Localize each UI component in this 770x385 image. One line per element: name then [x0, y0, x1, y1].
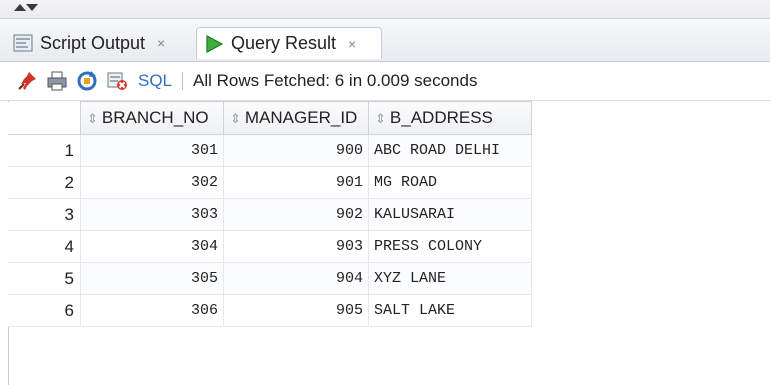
column-header-manager-id[interactable]: ⇕ MANAGER_ID — [223, 101, 369, 135]
tab-query-result-label: Query Result — [231, 33, 337, 53]
sql-link[interactable]: SQL — [138, 71, 172, 91]
tab-script-output-label: Script Output — [40, 32, 146, 53]
table-row[interactable]: 4 304 903 PRESS COLONY — [8, 230, 532, 263]
tab-query-result[interactable]: Query Result × — [196, 27, 382, 59]
table-row[interactable]: 3 303 902 KALUSARAI — [8, 198, 532, 231]
collapse-arrows-icon[interactable] — [12, 2, 38, 12]
cell-b-address[interactable]: MG ROAD — [368, 166, 532, 199]
cell-b-address[interactable]: SALT LAKE — [368, 294, 532, 327]
fetch-status-text: All Rows Fetched: 6 in 0.009 seconds — [193, 71, 478, 90]
column-header-label: MANAGER_ID — [244, 108, 358, 127]
column-header-b-address[interactable]: ⇕ B_ADDRESS — [368, 101, 532, 135]
row-number[interactable]: 5 — [8, 262, 81, 295]
toolbar-divider — [182, 72, 184, 90]
cell-branch-no[interactable]: 303 — [80, 198, 224, 231]
cell-branch-no[interactable]: 305 — [80, 262, 224, 295]
column-header-label: B_ADDRESS — [389, 108, 493, 127]
cell-b-address[interactable]: XYZ LANE — [368, 262, 532, 295]
grid-header-row: ⇕ BRANCH_NO ⇕ MANAGER_ID ⇕ B_ADDRESS — [8, 101, 532, 135]
row-number[interactable]: 6 — [8, 294, 81, 327]
column-header-branch-no[interactable]: ⇕ BRANCH_NO — [80, 101, 224, 135]
script-output-icon — [13, 34, 33, 52]
column-header-label: BRANCH_NO — [101, 108, 209, 127]
sort-icon[interactable]: ⇕ — [230, 111, 241, 126]
row-number[interactable]: 3 — [8, 198, 81, 231]
cell-branch-no[interactable]: 304 — [80, 230, 224, 263]
tab-bar: Script Output × Query Result × — [0, 19, 770, 62]
run-arrow-icon — [206, 34, 224, 53]
tab-script-output[interactable]: Script Output × — [12, 27, 194, 59]
cell-branch-no[interactable]: 306 — [80, 294, 224, 327]
cell-branch-no[interactable]: 302 — [80, 166, 224, 199]
cancel-query-icon[interactable] — [106, 70, 128, 92]
sort-icon[interactable]: ⇕ — [87, 111, 98, 126]
row-number[interactable]: 4 — [8, 230, 81, 263]
print-icon[interactable] — [46, 70, 68, 92]
tab-query-result-close-icon[interactable]: × — [348, 36, 356, 52]
cell-manager-id[interactable]: 905 — [223, 294, 369, 327]
cell-branch-no[interactable]: 301 — [80, 134, 224, 167]
cell-b-address[interactable]: ABC ROAD DELHI — [368, 134, 532, 167]
row-number[interactable]: 1 — [8, 134, 81, 167]
refresh-sql-icon[interactable] — [76, 70, 98, 92]
tab-script-output-close-icon[interactable]: × — [157, 35, 165, 51]
row-number[interactable]: 2 — [8, 166, 81, 199]
cell-manager-id[interactable]: 902 — [223, 198, 369, 231]
query-result-grid: ⇕ BRANCH_NO ⇕ MANAGER_ID ⇕ B_ADDRESS 1 301 … — [8, 101, 532, 327]
sort-icon[interactable]: ⇕ — [375, 111, 386, 126]
cell-manager-id[interactable]: 901 — [223, 166, 369, 199]
table-row[interactable]: 1 301 900 ABC ROAD DELHI — [8, 134, 532, 167]
result-toolbar: SQL All Rows Fetched: 6 in 0.009 seconds — [0, 62, 770, 101]
table-row[interactable]: 2 302 901 MG ROAD — [8, 166, 532, 199]
panel-top-strip — [0, 0, 770, 19]
cell-manager-id[interactable]: 900 — [223, 134, 369, 167]
table-row[interactable]: 5 305 904 XYZ LANE — [8, 262, 532, 295]
cell-manager-id[interactable]: 903 — [223, 230, 369, 263]
cell-b-address[interactable]: PRESS COLONY — [368, 230, 532, 263]
table-row[interactable]: 6 306 905 SALT LAKE — [8, 294, 532, 327]
row-number-header — [8, 101, 81, 135]
pin-icon[interactable] — [16, 70, 38, 92]
cell-manager-id[interactable]: 904 — [223, 262, 369, 295]
cell-b-address[interactable]: KALUSARAI — [368, 198, 532, 231]
